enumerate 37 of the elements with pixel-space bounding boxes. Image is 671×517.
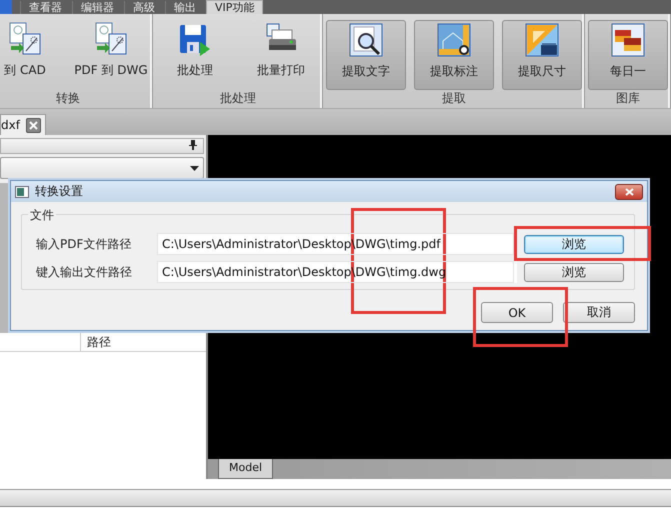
layout-tab[interactable]: Model	[218, 459, 274, 479]
dialog-title: 转换设置	[35, 183, 83, 200]
window-icon	[15, 186, 29, 198]
column-header: 路径	[86, 334, 111, 351]
group-label: 提取	[442, 90, 466, 107]
group-label: 图库	[616, 90, 640, 107]
menu-tab[interactable]: VIP功能	[206, 0, 264, 14]
magnifier-document-icon	[349, 23, 383, 57]
document-tab[interactable]: dxf	[0, 114, 46, 135]
field-label: 键入输出文件路径	[36, 264, 133, 280]
set-square-icon	[525, 23, 559, 57]
pin-icon[interactable]	[189, 139, 197, 153]
caret-icon	[190, 166, 199, 170]
document-convert-icon	[94, 22, 128, 56]
ribbon-button[interactable]: 提取文字	[326, 20, 406, 90]
ribbon-button[interactable]: 提取尺寸	[502, 20, 582, 90]
photo-stack-icon	[611, 23, 645, 57]
group-label: 转换	[56, 90, 80, 107]
floppy-disk-icon	[178, 22, 212, 56]
browse-button[interactable]: 浏览	[524, 234, 624, 254]
ribbon-button[interactable]: PDF 到 DWG	[72, 20, 150, 82]
document-convert-icon	[8, 22, 42, 56]
ribbon-button[interactable]: 提取标注	[414, 20, 494, 90]
ribbon-button[interactable]: 到 CAD	[0, 20, 64, 82]
ribbon-button[interactable]: 批处理	[156, 20, 234, 82]
close-button[interactable]	[615, 184, 643, 200]
group-label: 批处理	[220, 90, 256, 107]
cancel-button[interactable]: 取消	[563, 302, 635, 323]
ribbon-button[interactable]: 批量打印	[242, 20, 320, 82]
browse-button[interactable]: 浏览	[524, 262, 624, 282]
ribbon-button[interactable]: 每日一	[588, 20, 668, 90]
close-icon	[624, 188, 634, 196]
blueprint-ruler-icon	[437, 23, 471, 57]
field-label: 输入PDF文件路径	[36, 236, 132, 252]
group-label: 文件	[28, 207, 56, 224]
ok-button[interactable]: OK	[481, 302, 553, 323]
close-icon[interactable]	[26, 118, 41, 132]
